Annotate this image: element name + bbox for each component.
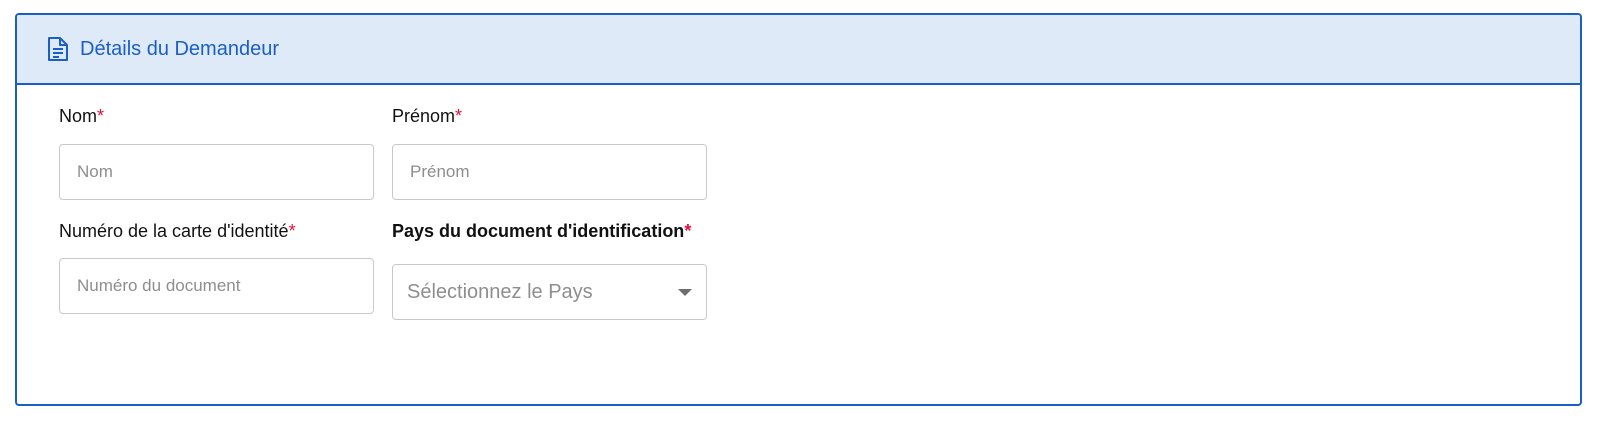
prenom-label-text: Prénom xyxy=(392,106,456,126)
required-mark: * xyxy=(455,106,463,126)
id-number-input[interactable] xyxy=(59,258,374,314)
country-select-value: Sélectionnez le Pays xyxy=(407,280,593,303)
required-mark: * xyxy=(684,221,692,241)
prenom-input[interactable] xyxy=(392,144,707,200)
applicant-details-panel: Détails du Demandeur xyxy=(15,13,1582,406)
prenom-label: Prénom* xyxy=(392,104,462,128)
panel-header: Détails du Demandeur xyxy=(17,15,1580,85)
chevron-down-icon[interactable] xyxy=(678,288,692,296)
id-number-label: Numéro de la carte d'identité* xyxy=(59,219,296,243)
nom-input[interactable] xyxy=(59,144,374,200)
required-mark: * xyxy=(97,106,105,126)
country-select[interactable]: Sélectionnez le Pays xyxy=(392,264,707,320)
country-label: Pays du document d'identification* xyxy=(392,219,691,243)
required-mark: * xyxy=(288,221,296,241)
nom-label: Nom* xyxy=(59,104,104,128)
panel-title: Détails du Demandeur xyxy=(80,37,279,60)
nom-label-text: Nom xyxy=(59,106,98,126)
document-icon xyxy=(47,36,71,62)
id-number-label-text: Numéro de la carte d'identité xyxy=(59,221,289,241)
country-label-text: Pays du document d'identification xyxy=(392,221,685,241)
